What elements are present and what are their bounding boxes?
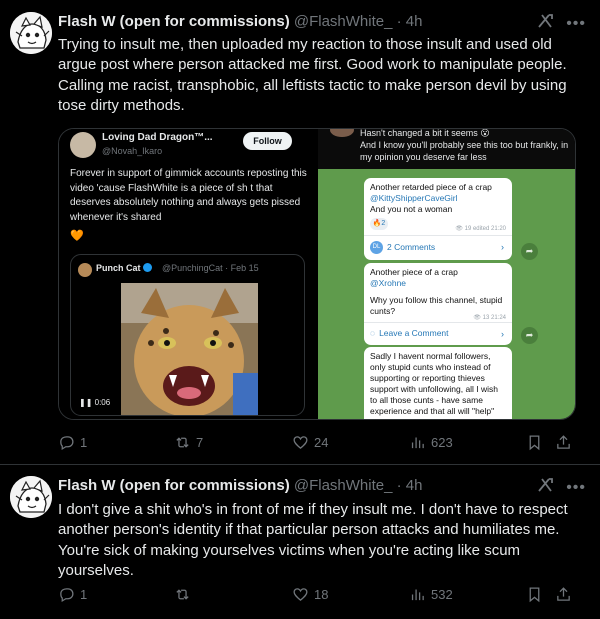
embedded-author-name: Punch Cat bbox=[96, 263, 152, 273]
repost-icon bbox=[176, 436, 189, 448]
bookmark-button[interactable] bbox=[526, 584, 543, 604]
views-button[interactable]: 532 bbox=[409, 584, 453, 604]
separator-dot: · bbox=[396, 477, 402, 494]
views-icon bbox=[411, 437, 424, 448]
telegram-share-icon: ➦ bbox=[521, 327, 538, 344]
commenter-badge: DL bbox=[370, 241, 383, 254]
reaction-badge: 🔥2 bbox=[370, 218, 388, 230]
embedded-author-handle: @PunchingCat · Feb 15 bbox=[162, 263, 259, 273]
telegram-message-bubble: Sadly I havent normal followers, only st… bbox=[364, 347, 512, 419]
telegram-message-bubble: Another retarded piece of a crap @KittyS… bbox=[364, 178, 512, 260]
quote-text: Forever in support of gimmick accounts r… bbox=[70, 168, 307, 223]
views-button[interactable]: 623 bbox=[409, 432, 453, 452]
serval-cat-photo bbox=[121, 283, 258, 415]
reply-icon bbox=[60, 587, 74, 602]
reply-button[interactable]: 1 bbox=[58, 584, 87, 604]
repost-count: 7 bbox=[196, 434, 204, 450]
like-count: 24 bbox=[314, 434, 329, 450]
tweet-actions: 1 7 24 623 bbox=[58, 432, 600, 452]
orange-heart-emoji: 🧡 bbox=[70, 230, 84, 242]
quote-author-name: Loving Dad Dragon™... bbox=[102, 132, 213, 143]
chevron-right-icon: › bbox=[501, 242, 504, 252]
author-avatar[interactable] bbox=[10, 476, 52, 518]
message-line: Another piece of a crap bbox=[370, 267, 458, 277]
share-button[interactable] bbox=[555, 584, 572, 604]
heart-icon bbox=[293, 587, 308, 601]
telegram-share-icon: ➦ bbox=[521, 243, 538, 260]
bubble-divider bbox=[364, 235, 512, 236]
quote-author-handle: @Novah_Ikaro bbox=[102, 146, 163, 156]
bubble-divider bbox=[364, 322, 512, 323]
author-name[interactable]: Flash W (open for commissions) bbox=[58, 13, 290, 30]
tweet-actions: 1 18 532 bbox=[58, 584, 600, 604]
repost-button[interactable]: 7 bbox=[174, 432, 203, 452]
grok-icon[interactable] bbox=[536, 476, 554, 500]
author-handle[interactable]: @FlashWhite_ bbox=[294, 13, 393, 30]
tweet-header: Flash W (open for commissions) @FlashWhi… bbox=[58, 476, 590, 496]
message-mention: @Xrohne bbox=[370, 278, 407, 288]
message-line: Another retarded piece of a crap bbox=[370, 182, 492, 192]
views-count: 532 bbox=[431, 586, 453, 602]
quote-avatar bbox=[70, 132, 96, 158]
more-icon[interactable]: ••• bbox=[566, 15, 586, 33]
avatar-drawing bbox=[10, 476, 52, 518]
verified-badge-icon bbox=[142, 263, 152, 272]
media-image-telegram-screenshot[interactable]: Hasn't changed a bit it seems 😮 And I kn… bbox=[318, 129, 575, 419]
telegram-top-text: Hasn't changed a bit it seems 😮 And I kn… bbox=[360, 129, 569, 162]
bookmark-icon bbox=[529, 586, 540, 602]
bookmark-icon bbox=[529, 434, 540, 450]
reply-button[interactable]: 1 bbox=[58, 432, 87, 452]
avatar-drawing bbox=[10, 12, 52, 54]
bookmark-button[interactable] bbox=[526, 432, 543, 452]
tweet[interactable]: Flash W (open for commissions) @FlashWhi… bbox=[0, 465, 600, 619]
chevron-right-icon: › bbox=[501, 329, 504, 339]
repost-button[interactable] bbox=[174, 584, 196, 604]
timestamp[interactable]: 4h bbox=[406, 477, 423, 494]
like-button[interactable]: 18 bbox=[292, 584, 328, 604]
share-icon bbox=[557, 586, 570, 601]
message-line: And you not a woman bbox=[370, 204, 453, 214]
embedded-avatar bbox=[78, 263, 92, 277]
like-count: 18 bbox=[314, 586, 329, 602]
message-meta: 👁 19 edited 21:20 bbox=[455, 226, 506, 232]
author-name[interactable]: Flash W (open for commissions) bbox=[58, 477, 290, 494]
telegram-top-avatar bbox=[330, 129, 354, 137]
telegram-message-bubble: Another piece of a crap @Xrohne Why you … bbox=[364, 263, 512, 345]
repost-icon bbox=[176, 588, 189, 600]
follow-button: Follow bbox=[243, 132, 292, 150]
leave-comment-link: ◌ Leave a Comment bbox=[370, 328, 449, 338]
separator-dot: · bbox=[396, 13, 402, 30]
views-count: 623 bbox=[431, 434, 453, 450]
views-icon bbox=[411, 589, 424, 600]
timestamp[interactable]: 4h bbox=[406, 13, 423, 30]
comment-icon: ◌ bbox=[370, 328, 376, 338]
author-handle[interactable]: @FlashWhite_ bbox=[294, 477, 393, 494]
author-avatar[interactable] bbox=[10, 12, 52, 54]
tweet-text: Trying to insult me, then uploaded my re… bbox=[58, 36, 567, 114]
message-mention: @KittyShipperCaveGirl bbox=[370, 193, 458, 203]
reply-count: 1 bbox=[80, 434, 88, 450]
share-icon bbox=[557, 434, 570, 449]
tweet-text: I don't give a shit who's in front of me… bbox=[58, 501, 568, 579]
share-button[interactable] bbox=[555, 432, 572, 452]
comments-link: DL 2 Comments bbox=[370, 241, 435, 254]
heart-icon bbox=[293, 435, 308, 449]
telegram-top-message: Hasn't changed a bit it seems 😮 And I kn… bbox=[318, 129, 575, 169]
tweet-media-grid[interactable]: Loving Dad Dragon™... @Novah_Ikaro Follo… bbox=[58, 128, 576, 420]
media-image-quote-screenshot[interactable]: Loving Dad Dragon™... @Novah_Ikaro Follo… bbox=[59, 129, 316, 419]
reply-count: 1 bbox=[80, 586, 88, 602]
more-icon[interactable]: ••• bbox=[566, 479, 586, 497]
video-duration: ❚❚ 0:06 bbox=[79, 398, 111, 407]
tweet-header: Flash W (open for commissions) @FlashWhi… bbox=[58, 12, 590, 32]
embedded-tweet-card: Punch Cat @PunchingCat · Feb 15 ❚❚ 0:06 bbox=[70, 254, 305, 416]
reply-icon bbox=[60, 435, 74, 450]
tweet[interactable]: Flash W (open for commissions) @FlashWhi… bbox=[0, 0, 600, 465]
grok-icon[interactable] bbox=[536, 12, 554, 36]
like-button[interactable]: 24 bbox=[292, 432, 328, 452]
message-text: Sadly I havent normal followers, only st… bbox=[370, 351, 499, 419]
